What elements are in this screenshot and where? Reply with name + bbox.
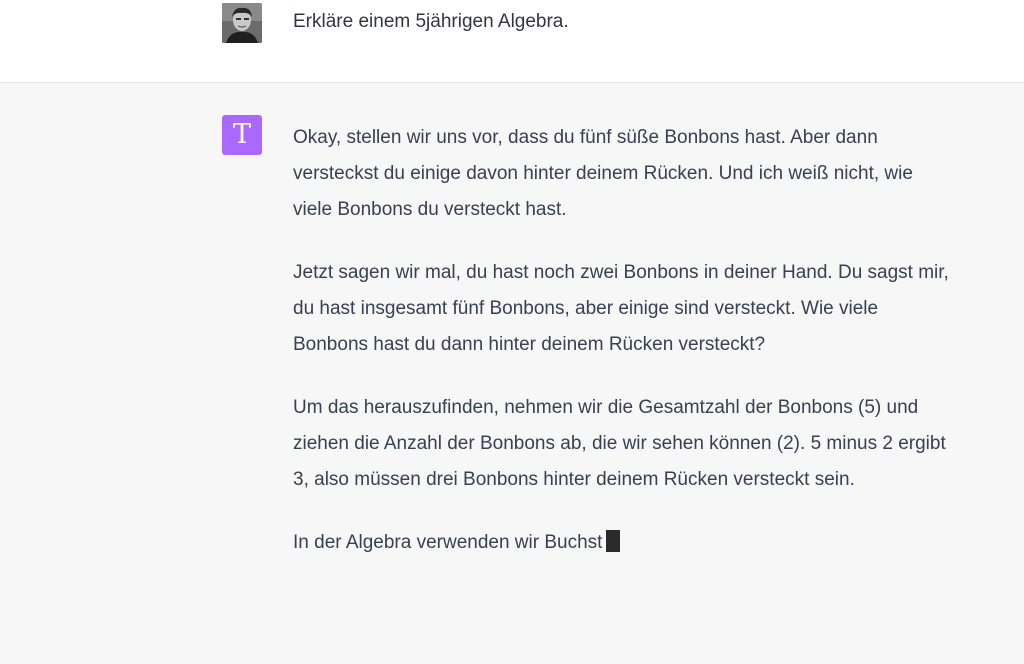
user-message-text: Erkläre einem 5jährigen Algebra. — [293, 11, 569, 32]
user-message-row: Erkläre einem 5jährigen Algebra. — [0, 0, 1024, 83]
assistant-paragraph-streaming: In der Algebra verwenden wir Buchst — [293, 525, 953, 561]
assistant-paragraph: Jetzt sagen wir mal, du hast noch zwei B… — [293, 262, 949, 355]
assistant-paragraph: Um das herauszufinden, nehmen wir die Ge… — [293, 397, 946, 490]
assistant-avatar: T — [222, 115, 262, 155]
user-avatar — [222, 3, 262, 43]
user-photo-icon — [222, 3, 262, 43]
assistant-paragraph: Okay, stellen wir uns vor, dass du fünf … — [293, 127, 913, 220]
assistant-partial-text: In der Algebra verwenden wir Buchst — [293, 532, 603, 553]
assistant-message-body: Okay, stellen wir uns vor, dass du fünf … — [293, 120, 953, 561]
typing-cursor-icon — [606, 530, 621, 552]
assistant-message-row: T Okay, stellen wir uns vor, dass du fün… — [0, 83, 1024, 664]
